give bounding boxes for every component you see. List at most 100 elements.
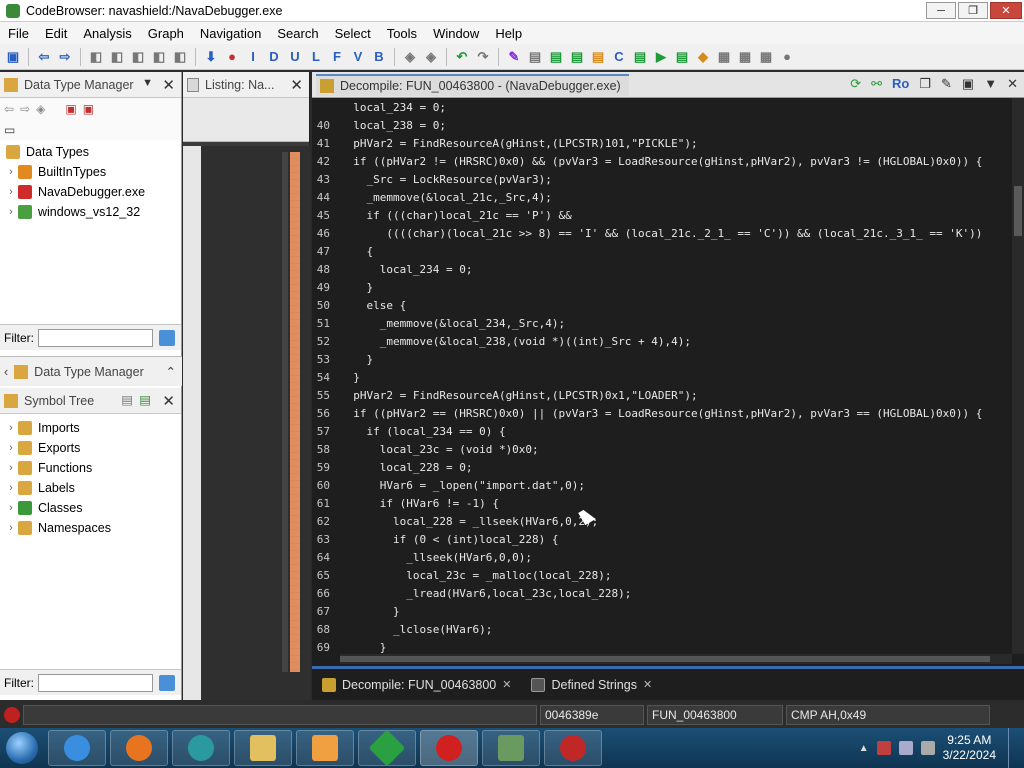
tool-icon-4[interactable]: ▤: [547, 48, 565, 66]
menu-edit[interactable]: Edit: [37, 26, 75, 41]
code-line[interactable]: 58 local_23c = (void *)0x0;: [312, 440, 1012, 458]
restore-button[interactable]: ❐: [958, 2, 988, 19]
code-text[interactable]: _memmove(&local_21c,_Src,4);: [340, 191, 551, 204]
tool-icon[interactable]: ▣: [65, 102, 76, 116]
code-line[interactable]: local_234 = 0;: [312, 98, 1012, 116]
nav-icon-4[interactable]: ◧: [150, 48, 168, 66]
code-line[interactable]: 44 _memmove(&local_21c,_Src,4);: [312, 188, 1012, 206]
close-icon[interactable]: ✕: [643, 678, 652, 691]
code-text[interactable]: _Src = LockResource(pvVar3);: [340, 173, 551, 186]
show-desktop-button[interactable]: [1008, 728, 1018, 768]
refresh-icon[interactable]: ⟳: [850, 76, 861, 92]
nav-icon-1[interactable]: ◧: [87, 48, 105, 66]
back-icon[interactable]: ⇦: [35, 48, 53, 66]
symbol-item-functions[interactable]: › Functions: [0, 458, 181, 478]
horizontal-scrollbar[interactable]: [340, 654, 1012, 664]
chevron-right-icon[interactable]: ›: [4, 206, 18, 218]
code-line[interactable]: 45 if (((char)local_21c == 'P') &&: [312, 206, 1012, 224]
code-text[interactable]: else {: [340, 299, 406, 312]
toolbar-u[interactable]: U: [286, 48, 304, 66]
menu-tools[interactable]: Tools: [379, 26, 425, 41]
code-text[interactable]: local_228 = _llseek(HVar6,0,2);: [340, 515, 598, 528]
code-line[interactable]: 67 }: [312, 602, 1012, 620]
close-icon[interactable]: ✕: [162, 392, 175, 410]
tool-icon-14[interactable]: ●: [778, 48, 796, 66]
code-line[interactable]: 60 HVar6 = _lopen("import.dat",0);: [312, 476, 1012, 494]
chevron-right-icon[interactable]: ›: [4, 166, 18, 178]
symbol-filter-input[interactable]: [38, 673, 153, 692]
chevron-down-icon[interactable]: ▼: [984, 76, 997, 92]
back-icon[interactable]: ⇦: [4, 102, 14, 116]
code-line[interactable]: 46 ((((char)(local_21c >> 8) == 'I' && (…: [312, 224, 1012, 242]
code-text[interactable]: _memmove(&local_234,_Src,4);: [340, 317, 565, 330]
listing-scrollbar[interactable]: [282, 152, 288, 672]
tool-icon[interactable]: ▣: [83, 102, 94, 116]
code-line[interactable]: 55 pHVar2 = FindResourceA(gHinst,(LPCSTR…: [312, 386, 1012, 404]
listing-body[interactable]: [183, 146, 310, 700]
close-icon[interactable]: ✕: [162, 76, 175, 94]
tool-icon-9[interactable]: ▤: [673, 48, 691, 66]
code-line[interactable]: 50 else {: [312, 296, 1012, 314]
code-line[interactable]: 48 local_234 = 0;: [312, 260, 1012, 278]
menu-search[interactable]: Search: [269, 26, 326, 41]
tray-expand-icon[interactable]: ▲: [859, 743, 869, 754]
scroll-thumb[interactable]: [1014, 186, 1022, 236]
taskbar-ie[interactable]: [48, 730, 106, 766]
dtm-filter-input[interactable]: [38, 328, 153, 347]
code-line[interactable]: 65 local_23c = _malloc(local_228);: [312, 566, 1012, 584]
code-text[interactable]: local_238 = 0;: [340, 119, 446, 132]
taskbar-app8[interactable]: [482, 730, 540, 766]
code-line[interactable]: 56 if ((pHVar2 == (HRSRC)0x0) || (pvVar3…: [312, 404, 1012, 422]
code-text[interactable]: _lclose(HVar6);: [340, 623, 492, 636]
code-text[interactable]: _llseek(HVar6,0,0);: [340, 551, 532, 564]
symbol-item-labels[interactable]: › Labels: [0, 478, 181, 498]
code-line[interactable]: 47 {: [312, 242, 1012, 260]
tool-icon[interactable]: ◈: [36, 102, 45, 116]
code-line[interactable]: 41 pHVar2 = FindResourceA(gHinst,(LPCSTR…: [312, 134, 1012, 152]
dtm-collapsed-header[interactable]: ‹ Data Type Manager ⌃: [0, 356, 182, 386]
code-line[interactable]: 66 _lread(HVar6,local_23c,local_228);: [312, 584, 1012, 602]
taskbar-app9[interactable]: [544, 730, 602, 766]
chevron-down-icon[interactable]: ▼: [142, 77, 153, 89]
tool-icon-8[interactable]: ▤: [631, 48, 649, 66]
toolbar-d[interactable]: D: [265, 48, 283, 66]
symbol-item-exports[interactable]: › Exports: [0, 438, 181, 458]
code-line[interactable]: 51 _memmove(&local_234,_Src,4);: [312, 314, 1012, 332]
close-icon[interactable]: ✕: [290, 76, 303, 94]
code-text[interactable]: }: [340, 605, 400, 618]
close-icon[interactable]: ✕: [502, 678, 511, 691]
code-text[interactable]: local_23c = _malloc(local_228);: [340, 569, 611, 582]
chevron-left-icon[interactable]: ‹: [4, 365, 8, 379]
taskbar-app6[interactable]: [358, 729, 416, 767]
filter-options-icon[interactable]: [159, 674, 175, 691]
code-line[interactable]: 49 }: [312, 278, 1012, 296]
code-text[interactable]: }: [340, 353, 373, 366]
close-icon[interactable]: ✕: [1007, 76, 1018, 92]
code-text[interactable]: local_234 = 0;: [340, 263, 473, 276]
tool-icon-13[interactable]: ▦: [757, 48, 775, 66]
symbol-item-namespaces[interactable]: › Namespaces: [0, 518, 181, 538]
symbol-item-classes[interactable]: › Classes: [0, 498, 181, 518]
tool-icon-2[interactable]: ◈: [422, 48, 440, 66]
tool-icon-12[interactable]: ▦: [736, 48, 754, 66]
chevron-right-icon[interactable]: ›: [4, 442, 18, 454]
code-line[interactable]: 64 _llseek(HVar6,0,0);: [312, 548, 1012, 566]
code-line[interactable]: 54 }: [312, 368, 1012, 386]
forward-icon[interactable]: ⇨: [56, 48, 74, 66]
taskbar-ghidra[interactable]: [420, 730, 478, 766]
nav-icon-3[interactable]: ◧: [129, 48, 147, 66]
network-icon[interactable]: [898, 741, 913, 755]
edit-icon[interactable]: ✎: [941, 76, 952, 92]
taskbar-app3[interactable]: [172, 730, 230, 766]
chevron-up-icon[interactable]: ⌃: [166, 364, 176, 379]
tree-root[interactable]: Data Types: [0, 142, 181, 162]
menu-window[interactable]: Window: [425, 26, 487, 41]
symbol-item-imports[interactable]: › Imports: [0, 418, 181, 438]
chevron-right-icon[interactable]: ›: [4, 502, 18, 514]
code-line[interactable]: 57 if (local_234 == 0) {: [312, 422, 1012, 440]
tab-defined-strings[interactable]: Defined Strings ✕: [521, 671, 662, 699]
nav-icon-5[interactable]: ◧: [171, 48, 189, 66]
tool-icon[interactable]: ▤: [121, 392, 133, 407]
code-line[interactable]: 43 _Src = LockResource(pvVar3);: [312, 170, 1012, 188]
undo-icon[interactable]: ↶: [453, 48, 471, 66]
